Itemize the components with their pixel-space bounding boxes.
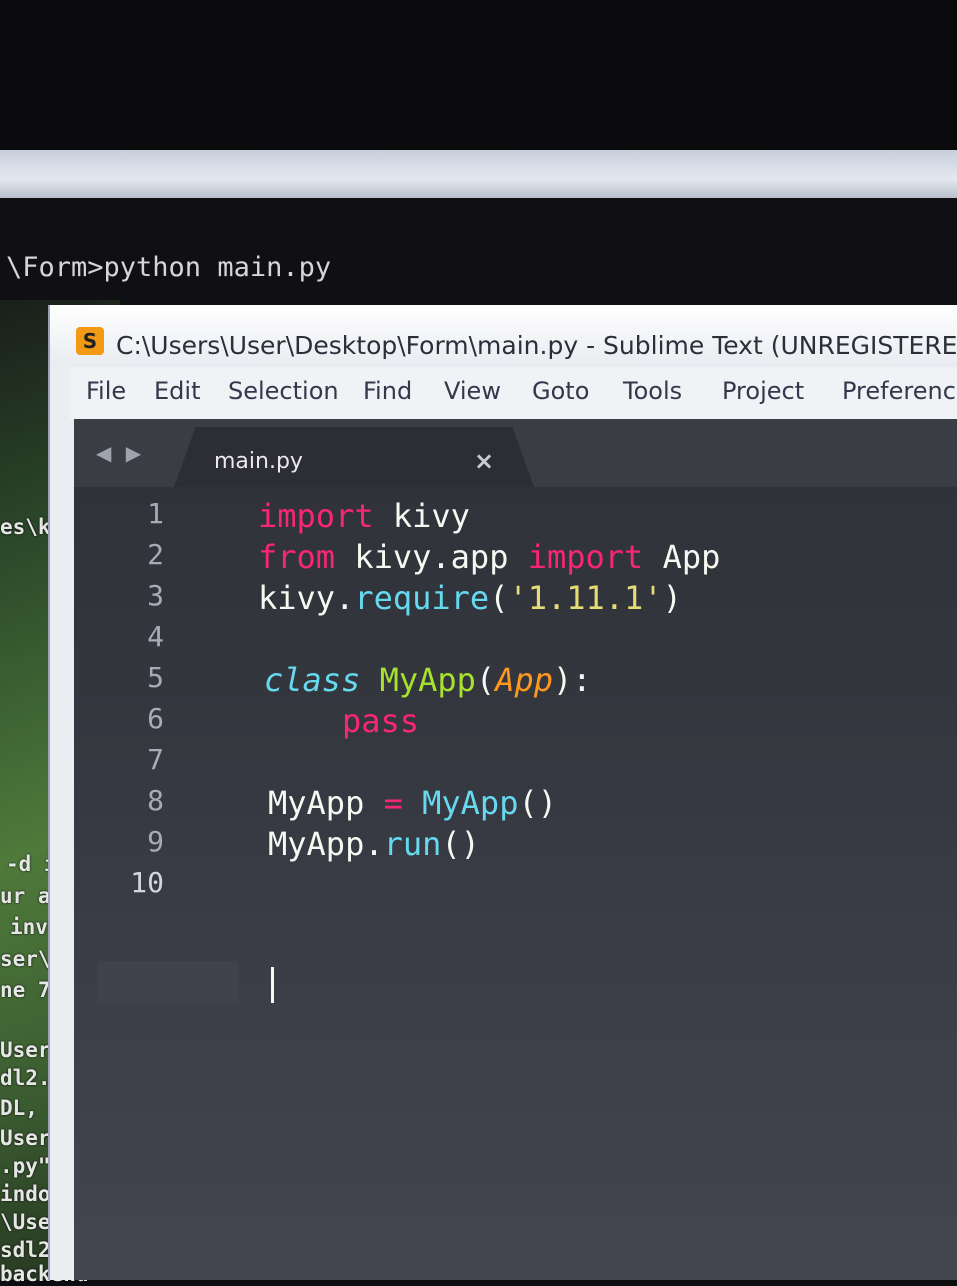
line-number: 10 — [130, 866, 164, 899]
keyword: class — [264, 661, 361, 699]
code-text: ): — [552, 661, 592, 699]
keyword: pass — [342, 702, 420, 740]
code-text: kivy. — [258, 579, 355, 617]
text-cursor — [271, 967, 274, 1003]
background-window-titlebar — [0, 150, 957, 198]
code-line-6: pass — [342, 702, 419, 740]
close-icon[interactable]: × — [474, 447, 494, 475]
sublime-logo-icon: S — [76, 327, 104, 355]
tab-label: main.py — [214, 449, 303, 474]
menu-project[interactable]: Project — [722, 377, 804, 405]
tab-nav-arrows-icon[interactable]: ◀ ▶ — [96, 441, 145, 465]
code-line-9: MyApp.run() — [268, 825, 480, 863]
code-line-2: from kivy.app import App — [258, 538, 720, 576]
code-text: ( — [475, 661, 496, 699]
code-text: kivy — [373, 497, 470, 535]
menu-bar: File Edit Selection Find View Goto Tools… — [70, 367, 957, 419]
code-text: () — [518, 784, 557, 822]
sublime-window: S C:\Users\User\Desktop\Form\main.py - S… — [48, 305, 957, 1280]
line-number-gutter: 1 2 3 4 5 6 7 8 9 10 — [74, 487, 202, 1280]
keyword: import — [258, 497, 374, 535]
console-command: \Form>python main.py — [6, 252, 332, 283]
line-number: 9 — [147, 825, 164, 858]
menu-preferences[interactable]: Preferenc — [842, 377, 956, 405]
line-number: 8 — [147, 784, 164, 817]
parameter: App — [495, 661, 553, 699]
menu-goto[interactable]: Goto — [532, 377, 589, 405]
code-line-3: kivy.require('1.11.1') — [258, 579, 682, 617]
line-number: 1 — [147, 497, 164, 530]
code-text: ) — [662, 579, 682, 617]
window-titlebar[interactable]: S C:\Users\User\Desktop\Form\main.py - S… — [50, 305, 957, 367]
monitor-bezel — [0, 0, 957, 150]
code-line-5: class MyApp(App): — [264, 661, 592, 699]
class-name: MyApp — [360, 661, 476, 699]
menu-selection[interactable]: Selection — [228, 377, 339, 405]
code-line-1: import kivy — [258, 497, 470, 535]
code-text: kivy.app — [335, 538, 528, 576]
tab-main-py[interactable]: main.py × — [174, 427, 534, 487]
line-number: 5 — [147, 661, 164, 694]
menu-tools[interactable]: Tools — [623, 377, 682, 405]
line-number: 4 — [147, 620, 164, 653]
menu-file[interactable]: File — [86, 377, 126, 405]
function-call: run — [383, 825, 442, 863]
keyword: from — [258, 538, 336, 576]
code-text: ( — [489, 579, 509, 617]
line-number: 7 — [147, 743, 164, 776]
console-line: es\k — [0, 515, 51, 539]
menu-find[interactable]: Find — [363, 377, 412, 405]
code-text: MyApp — [268, 784, 384, 822]
code-text: () — [441, 825, 480, 863]
function-call: MyApp — [402, 784, 519, 822]
tab-bar: ◀ ▶ main.py × — [74, 419, 957, 487]
code-text: App — [643, 538, 721, 576]
operator: = — [383, 784, 403, 822]
line-number: 3 — [147, 579, 164, 612]
menu-edit[interactable]: Edit — [154, 377, 200, 405]
function-call: require — [354, 579, 490, 617]
menu-view[interactable]: View — [444, 377, 501, 405]
line-number: 2 — [147, 538, 164, 571]
string-literal: '1.11.1' — [508, 579, 663, 617]
window-title: C:\Users\User\Desktop\Form\main.py - Sub… — [116, 331, 957, 360]
code-text: MyApp. — [268, 825, 384, 863]
editor-area[interactable]: ◀ ▶ main.py × 1 2 3 4 5 6 7 8 9 10 impor… — [74, 419, 957, 1280]
line-number: 6 — [147, 702, 164, 735]
code-line-8: MyApp = MyApp() — [268, 784, 557, 822]
keyword: import — [527, 538, 644, 576]
